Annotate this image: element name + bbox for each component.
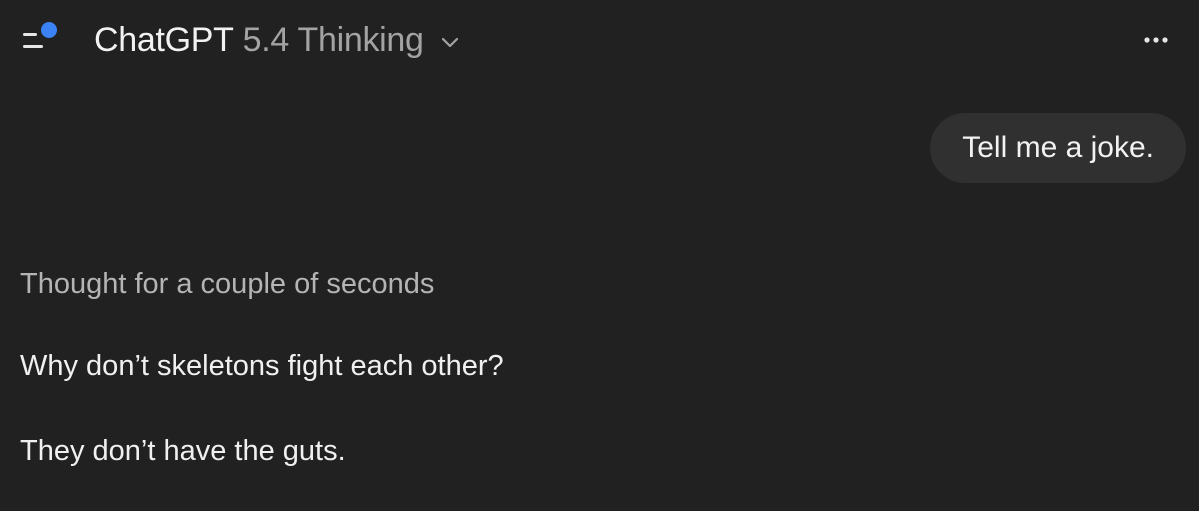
assistant-message-line: Why don’t skeletons fight each other?	[20, 350, 504, 382]
thought-summary[interactable]: Thought for a couple of seconds	[20, 268, 434, 301]
model-name: ChatGPT	[94, 20, 234, 59]
chat-window: ChatGPT 5.4 Thinking Tell me a joke. Tho…	[0, 0, 1199, 511]
user-message-text: Tell me a joke.	[962, 131, 1154, 164]
ellipsis-icon	[1144, 37, 1168, 43]
sidebar-menu-button[interactable]	[20, 22, 60, 56]
sidebar-menu-icon	[23, 22, 57, 48]
model-switcher[interactable]: ChatGPT 5.4 Thinking	[94, 20, 459, 60]
more-options-button[interactable]	[1141, 28, 1171, 52]
chevron-down-icon	[441, 37, 458, 47]
model-version: 5.4 Thinking	[242, 20, 424, 59]
notification-dot	[41, 22, 57, 38]
assistant-message-line: They don’t have the guts.	[20, 435, 346, 467]
user-message-bubble: Tell me a joke.	[930, 113, 1186, 183]
